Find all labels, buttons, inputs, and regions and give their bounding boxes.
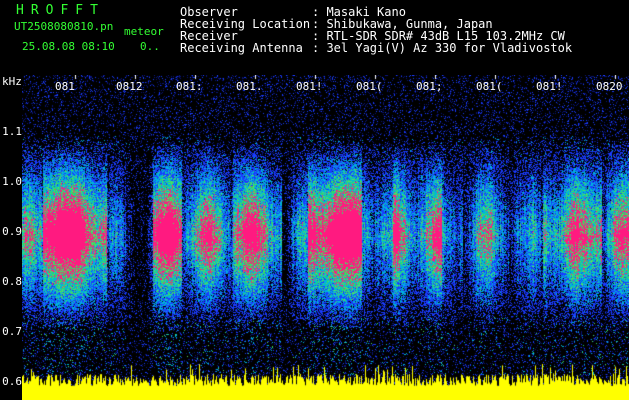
antenna-value: : 3el Yagi(V) Az 330 for Vladivostok	[312, 41, 573, 55]
mode-label: meteor	[124, 25, 164, 38]
counter-label: 0..	[140, 40, 160, 53]
time-label: 081.	[236, 80, 263, 93]
y-tick-label: 0.6	[2, 375, 22, 388]
time-label: 0812	[116, 80, 143, 93]
time-label: 081(	[476, 80, 503, 93]
spectrogram	[22, 75, 629, 400]
time-label: 081:	[176, 80, 203, 93]
y-axis-unit: kHz	[2, 75, 22, 88]
date-time: 25.08.08 08:10	[22, 40, 115, 53]
time-label: 081	[55, 80, 75, 93]
y-tick-label: 0.8	[2, 275, 22, 288]
time-label: 081;	[416, 80, 443, 93]
app-brand: HROFFT	[16, 3, 105, 18]
y-tick-label: 0.7	[2, 325, 22, 338]
y-tick-label: 1.1	[2, 125, 22, 138]
time-label: 0820	[596, 80, 623, 93]
y-tick-label: 1.0	[2, 175, 22, 188]
time-label: 081!	[296, 80, 323, 93]
file-name: UT2508080810.pn	[14, 20, 114, 33]
y-tick-label: 0.9	[2, 225, 22, 238]
time-label: 081(	[356, 80, 383, 93]
time-label: 081!	[536, 80, 563, 93]
antenna-label: Receiving Antenna	[180, 41, 303, 55]
